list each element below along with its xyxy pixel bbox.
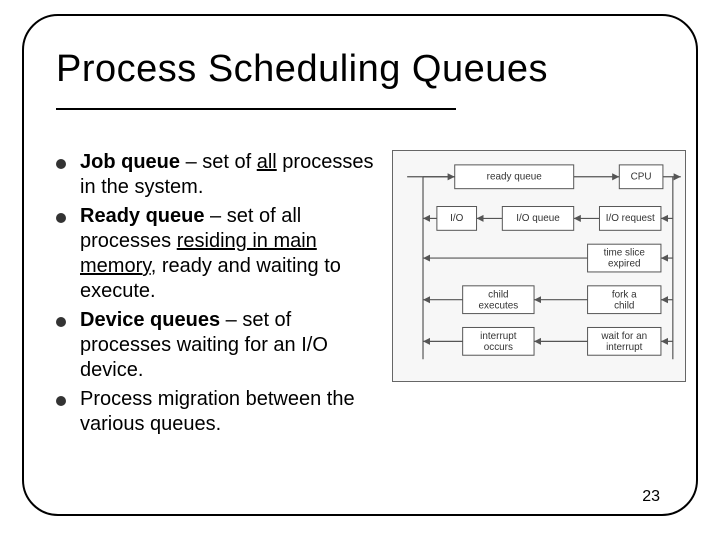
- box-cpu: CPU: [631, 171, 652, 182]
- box-child-exec-1: child: [488, 289, 508, 300]
- list-item: Ready queue – set of all processes resid…: [56, 204, 386, 304]
- bullet-list-container: Job queue – set of all processes in the …: [56, 150, 386, 441]
- bullet-term: Ready queue: [80, 205, 204, 227]
- list-item: Process migration between the various qu…: [56, 387, 386, 437]
- box-ready-queue: ready queue: [487, 171, 543, 182]
- box-io-request: I/O request: [606, 213, 655, 224]
- box-wait-int-1: wait for an: [600, 331, 647, 342]
- bullet-rest: Process migration between the various qu…: [80, 388, 355, 435]
- box-fork-1: fork a: [612, 289, 637, 300]
- slide: Process Scheduling Queues Job queue – se…: [0, 0, 720, 540]
- bullet-list: Job queue – set of all processes in the …: [56, 150, 386, 437]
- list-item: Device queues – set of processes waiting…: [56, 308, 386, 383]
- box-io-queue: I/O queue: [516, 213, 560, 224]
- list-item: Job queue – set of all processes in the …: [56, 150, 386, 200]
- title-underline: [56, 108, 456, 110]
- box-fork-2: child: [614, 300, 634, 311]
- page-number: 23: [642, 488, 660, 506]
- box-int-occurs-2: occurs: [484, 342, 513, 353]
- box-wait-int-2: interrupt: [606, 342, 643, 353]
- box-time-slice-1: time slice: [604, 248, 646, 259]
- box-io: I/O: [450, 213, 464, 224]
- slide-title: Process Scheduling Queues: [56, 48, 548, 91]
- diagram-svg: ready queue CPU I/O I/O queue I/O reques…: [393, 151, 685, 381]
- bullet-term: Device queues: [80, 309, 220, 331]
- box-int-occurs-1: interrupt: [480, 331, 517, 342]
- queue-diagram: ready queue CPU I/O I/O queue I/O reques…: [392, 150, 686, 382]
- bullet-term: Job queue: [80, 151, 180, 173]
- box-child-exec-2: executes: [479, 300, 519, 311]
- box-time-slice-2: expired: [608, 259, 641, 270]
